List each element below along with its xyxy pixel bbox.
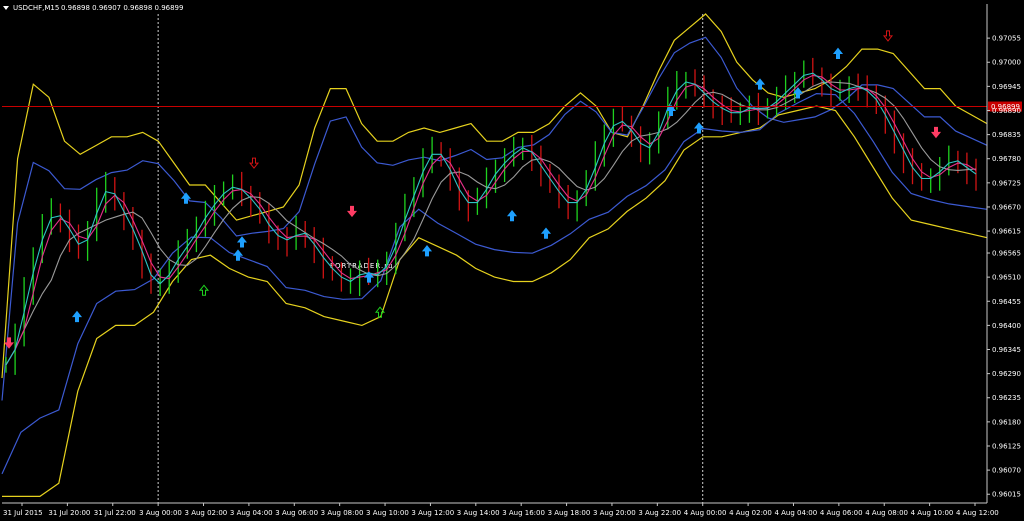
y-tick-label: 0.96180: [992, 418, 1021, 426]
x-tick-label: 3 Aug 12:00: [411, 509, 454, 517]
chart-header: USDCHF,M15 0.96898 0.96907 0.96898 0.968…: [3, 4, 183, 12]
x-tick-label: 4 Aug 06:00: [820, 509, 863, 517]
x-tick-label: 4 Aug 00:00: [684, 509, 727, 517]
y-tick-label: 0.96945: [992, 83, 1021, 91]
y-tick-label: 0.96125: [992, 442, 1021, 450]
y-tick-label: 0.96510: [992, 274, 1021, 282]
y-tick-label: 0.96780: [992, 155, 1021, 163]
x-tick-label: 4 Aug 04:00: [774, 509, 817, 517]
y-tick-label: 0.96345: [992, 346, 1021, 354]
y-tick-label: 0.96455: [992, 298, 1021, 306]
y-tick-label: 0.96890: [992, 107, 1021, 115]
y-tick-label: 0.96400: [992, 322, 1021, 330]
y-tick-label: 0.96725: [992, 179, 1021, 187]
x-tick-label: 3 Aug 04:00: [230, 509, 273, 517]
y-tick-label: 0.96070: [992, 467, 1021, 475]
x-tick-label: 4 Aug 10:00: [911, 509, 954, 517]
x-tick-label: 3 Aug 22:00: [638, 509, 681, 517]
x-tick-label: 31 Jul 22:00: [94, 509, 136, 517]
x-tick-label: 3 Aug 20:00: [593, 509, 636, 517]
x-tick-label: 4 Aug 12:00: [956, 509, 999, 517]
y-tick-label: 0.96670: [992, 203, 1021, 211]
x-tick-label: 4 Aug 08:00: [865, 509, 908, 517]
x-tick-label: 3 Aug 08:00: [321, 509, 364, 517]
ohlc-readout: 0.96898 0.96907 0.96898 0.96899: [61, 4, 183, 12]
y-tick-label: 0.96015: [992, 491, 1021, 499]
price-chart[interactable]: FORTRADER.ru 0.96899 0.970550.970000.969…: [0, 0, 1024, 521]
chart-background: [0, 0, 1024, 521]
symbol-label: USDCHF,M15: [13, 4, 59, 12]
y-tick-label: 0.96235: [992, 394, 1021, 402]
x-tick-label: 3 Aug 10:00: [366, 509, 409, 517]
x-tick-label: 3 Aug 06:00: [275, 509, 318, 517]
y-tick-label: 0.96615: [992, 228, 1021, 236]
x-tick-label: 4 Aug 02:00: [729, 509, 772, 517]
chart-window[interactable]: FORTRADER.ru 0.96899 0.97055 0.97000 0.969…: [0, 0, 1024, 521]
y-tick-label: 0.97000: [992, 59, 1021, 67]
x-tick-label: 3 Aug 16:00: [502, 509, 545, 517]
x-tick-label: 3 Aug 14:00: [457, 509, 500, 517]
x-tick-label: 31 Jul 2015: [3, 509, 43, 517]
y-tick-label: 0.96835: [992, 131, 1021, 139]
x-tick-label: 31 Jul 20:00: [48, 509, 90, 517]
y-tick-label: 0.97055: [992, 35, 1021, 43]
y-tick-label: 0.96290: [992, 370, 1021, 378]
x-tick-label: 3 Aug 00:00: [139, 509, 182, 517]
x-tick-label: 3 Aug 02:00: [185, 509, 228, 517]
y-tick-label: 0.96565: [992, 250, 1021, 258]
x-tick-label: 3 Aug 18:00: [548, 509, 591, 517]
